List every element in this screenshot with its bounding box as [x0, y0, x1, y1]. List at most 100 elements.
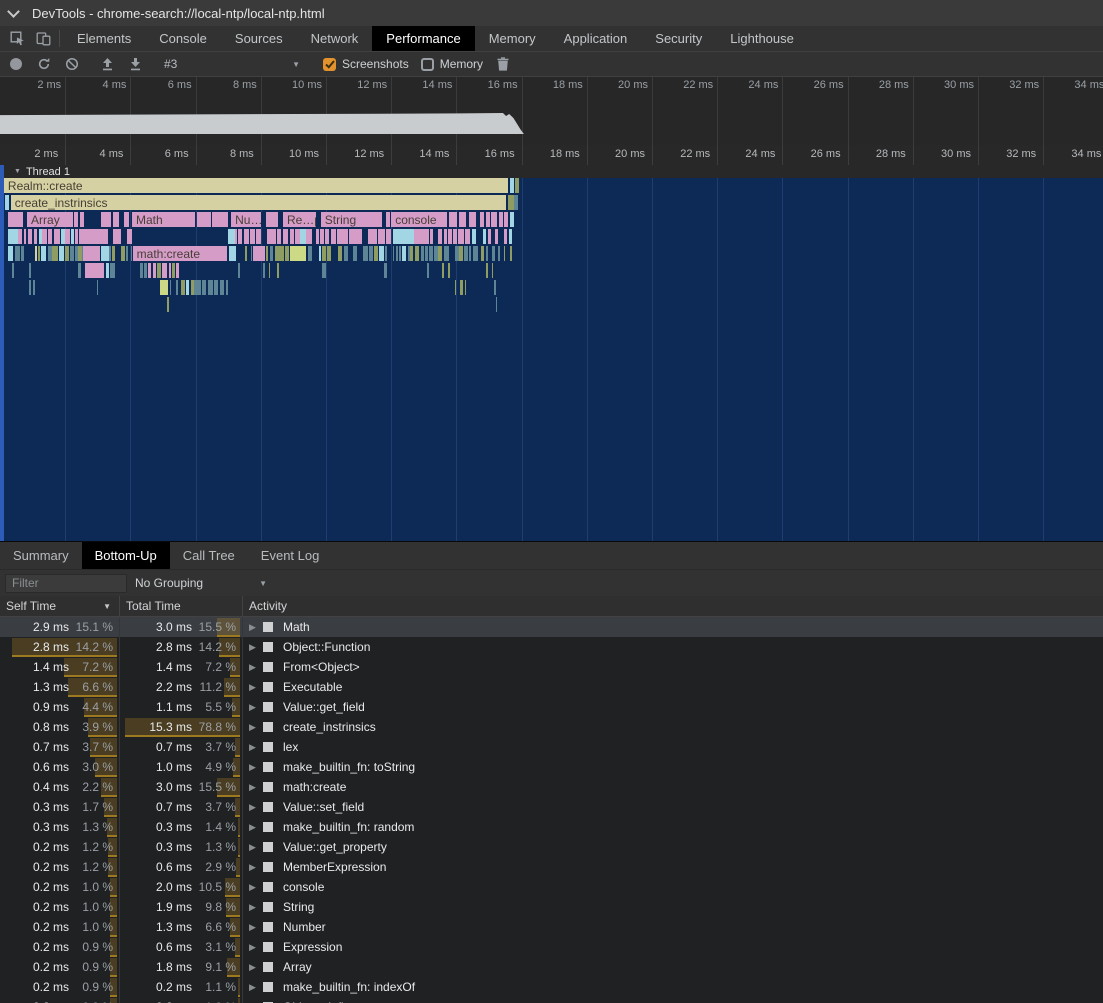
- window-chevron-icon[interactable]: [7, 5, 20, 18]
- table-row[interactable]: 0.7 ms3.7 %0.7 ms3.7 %▶lex: [0, 737, 1103, 757]
- thread-track-header[interactable]: ▼ Thread 1: [0, 165, 1103, 178]
- flame-frame[interactable]: [101, 212, 112, 227]
- flame-frame-array[interactable]: Array: [27, 212, 74, 227]
- column-header-activity[interactable]: Activity: [243, 596, 1103, 616]
- flame-frame-nu-r[interactable]: Nu…r: [231, 212, 262, 227]
- timeline-overview[interactable]: 2 ms4 ms6 ms8 ms10 ms12 ms14 ms16 ms18 m…: [0, 77, 1103, 145]
- recording-history-select[interactable]: #3 ▼: [156, 52, 308, 77]
- device-toolbar-icon[interactable]: [30, 26, 56, 51]
- expand-triangle-icon[interactable]: ▶: [249, 862, 263, 873]
- flame-frame-console[interactable]: console: [391, 212, 447, 227]
- flame-frame[interactable]: [386, 212, 391, 227]
- flame-frame[interactable]: [5, 195, 10, 210]
- flame-frame[interactable]: [80, 212, 85, 227]
- tab-memory[interactable]: Memory: [475, 26, 550, 51]
- tab-sources[interactable]: Sources: [221, 26, 297, 51]
- expand-triangle-icon[interactable]: ▶: [249, 902, 263, 913]
- expand-triangle-icon[interactable]: ▶: [249, 662, 263, 673]
- flame-frame[interactable]: [124, 212, 130, 227]
- expand-triangle-icon[interactable]: ▶: [249, 882, 263, 893]
- expand-triangle-icon[interactable]: ▶: [249, 742, 263, 753]
- table-row[interactable]: 0.2 ms0.9 %0.2 ms1.1 %▶make_builtin_fn: …: [0, 977, 1103, 997]
- expand-triangle-icon[interactable]: ▶: [249, 762, 263, 773]
- expand-triangle-icon[interactable]: ▶: [249, 642, 263, 653]
- table-row[interactable]: 0.3 ms1.7 %0.7 ms3.7 %▶Value::set_field: [0, 797, 1103, 817]
- table-row[interactable]: 0.2 ms1.0 %1.3 ms6.6 %▶Number: [0, 917, 1103, 937]
- flame-frame[interactable]: [113, 212, 120, 227]
- tab-console[interactable]: Console: [145, 26, 221, 51]
- expand-triangle-icon[interactable]: ▶: [249, 822, 263, 833]
- expand-triangle-icon[interactable]: ▶: [249, 842, 263, 853]
- clear-recordings-button[interactable]: [58, 52, 86, 77]
- tab-call-tree[interactable]: Call Tree: [170, 542, 248, 569]
- table-row[interactable]: 0.2 ms1.2 %0.3 ms1.3 %▶Value::get_proper…: [0, 837, 1103, 857]
- flame-frame[interactable]: [491, 212, 498, 227]
- table-row[interactable]: 2.9 ms15.1 %3.0 ms15.5 %▶Math: [0, 617, 1103, 637]
- screenshots-checkbox-group[interactable]: Screenshots: [323, 57, 409, 71]
- flame-frame[interactable]: [449, 212, 458, 227]
- flame-frame-math-create[interactable]: math:create: [133, 246, 228, 261]
- tab-summary[interactable]: Summary: [0, 542, 82, 569]
- tab-elements[interactable]: Elements: [63, 26, 145, 51]
- memory-checkbox-group[interactable]: Memory: [421, 57, 483, 71]
- expand-triangle-icon[interactable]: ▶: [249, 942, 263, 953]
- flame-frame[interactable]: [212, 212, 228, 227]
- grouping-select[interactable]: No Grouping ▼: [135, 576, 267, 590]
- flame-frame[interactable]: [510, 178, 515, 193]
- inspect-element-icon[interactable]: [4, 26, 30, 51]
- flame-frame-re-p[interactable]: Re…p: [283, 212, 317, 227]
- flame-frame[interactable]: [266, 212, 279, 227]
- flame-frame[interactable]: [469, 212, 477, 227]
- expand-triangle-icon[interactable]: ▶: [249, 682, 263, 693]
- flame-frame[interactable]: [459, 212, 468, 227]
- tab-bottom-up[interactable]: Bottom-Up: [82, 542, 170, 569]
- column-header-total-time[interactable]: Total Time: [120, 596, 243, 616]
- table-row[interactable]: 1.3 ms6.6 %2.2 ms11.2 %▶Executable: [0, 677, 1103, 697]
- flame-frame[interactable]: [480, 212, 486, 227]
- flame-frame[interactable]: [510, 212, 515, 227]
- table-row[interactable]: 2.8 ms14.2 %2.8 ms14.2 %▶Object::Functio…: [0, 637, 1103, 657]
- expand-triangle-icon[interactable]: ▶: [249, 802, 263, 813]
- table-row[interactable]: 0.2 ms0.9 %0.2 ms1.0 %▶Object::define_ow…: [0, 997, 1103, 1003]
- flame-frame-realm-create[interactable]: Realm::create: [4, 178, 509, 193]
- tab-lighthouse[interactable]: Lighthouse: [716, 26, 808, 51]
- flame-frame[interactable]: [8, 212, 24, 227]
- table-row[interactable]: 0.2 ms1.0 %1.9 ms9.8 %▶String: [0, 897, 1103, 917]
- expand-triangle-icon[interactable]: ▶: [249, 702, 263, 713]
- flame-frame[interactable]: [504, 212, 509, 227]
- table-row[interactable]: 0.4 ms2.2 %3.0 ms15.5 %▶math:create: [0, 777, 1103, 797]
- expand-triangle-icon[interactable]: ▶: [249, 962, 263, 973]
- tab-network[interactable]: Network: [297, 26, 373, 51]
- table-row[interactable]: 0.6 ms3.0 %1.0 ms4.9 %▶make_builtin_fn: …: [0, 757, 1103, 777]
- flame-frame[interactable]: [515, 178, 520, 193]
- expand-triangle-icon[interactable]: ▶: [249, 622, 263, 633]
- table-row[interactable]: 0.2 ms0.9 %0.6 ms3.1 %▶Expression: [0, 937, 1103, 957]
- expand-triangle-icon[interactable]: ▶: [249, 722, 263, 733]
- table-row[interactable]: 0.8 ms3.9 %15.3 ms78.8 %▶create_instrins…: [0, 717, 1103, 737]
- expand-triangle-icon[interactable]: ▶: [249, 782, 263, 793]
- flamechart[interactable]: ▼ Thread 1 Realm::createcreate_instrinsi…: [0, 165, 1103, 541]
- column-header-self-time[interactable]: Self Time ▼: [0, 596, 120, 616]
- screenshots-checkbox[interactable]: [323, 58, 336, 71]
- filter-input[interactable]: [5, 574, 127, 593]
- tab-performance[interactable]: Performance: [372, 26, 474, 51]
- table-row[interactable]: 0.2 ms0.9 %1.8 ms9.1 %▶Array: [0, 957, 1103, 977]
- tab-security[interactable]: Security: [641, 26, 716, 51]
- table-row[interactable]: 0.2 ms1.2 %0.6 ms2.9 %▶MemberExpression: [0, 857, 1103, 877]
- flame-frame[interactable]: [514, 195, 519, 210]
- table-row[interactable]: 0.2 ms1.0 %2.0 ms10.5 %▶console: [0, 877, 1103, 897]
- flame-frame-create-instrinsics[interactable]: create_instrinsics: [11, 195, 507, 210]
- expand-triangle-icon[interactable]: ▶: [249, 922, 263, 933]
- tab-application[interactable]: Application: [550, 26, 642, 51]
- tab-event-log[interactable]: Event Log: [248, 542, 333, 569]
- collapse-triangle-icon[interactable]: ▼: [14, 168, 21, 175]
- reload-and-record-button[interactable]: [30, 52, 58, 77]
- record-button[interactable]: [2, 52, 30, 77]
- flame-frame[interactable]: [197, 212, 212, 227]
- memory-checkbox[interactable]: [421, 58, 434, 71]
- expand-triangle-icon[interactable]: ▶: [249, 982, 263, 993]
- table-row[interactable]: 0.3 ms1.3 %0.3 ms1.4 %▶make_builtin_fn: …: [0, 817, 1103, 837]
- flame-frame-string[interactable]: String: [321, 212, 384, 227]
- load-profile-button[interactable]: [93, 52, 121, 77]
- save-profile-button[interactable]: [121, 52, 149, 77]
